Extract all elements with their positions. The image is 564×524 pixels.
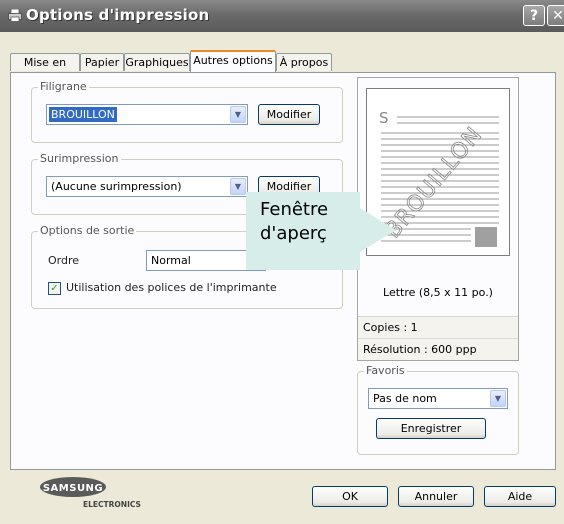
tab-a-propos[interactable]: À propos	[276, 53, 332, 71]
callout-line-1: Fenêtre	[260, 199, 329, 220]
tab-mise-en-page[interactable]: Mise en page	[10, 53, 80, 86]
enregistrer-button[interactable]: Enregistrer	[376, 418, 486, 439]
favoris-select[interactable]: Pas de nom ▼	[368, 388, 508, 409]
preview-page-letter: S	[379, 109, 389, 127]
chevron-down-icon[interactable]: ▼	[230, 106, 246, 123]
copies-info: Copies : 1	[358, 316, 518, 338]
ordre-value: Normal	[151, 254, 191, 267]
chevron-down-icon[interactable]: ▼	[490, 390, 506, 407]
tab-graphiques[interactable]: Graphiques	[124, 53, 190, 71]
svg-text:ELECTRONICS: ELECTRONICS	[83, 500, 141, 509]
svg-text:SAMSUNG: SAMSUNG	[43, 483, 103, 494]
title-bar[interactable]: Options d'impression ? ✕	[0, 0, 564, 32]
favoris-title: Favoris	[364, 364, 407, 377]
ordre-label: Ordre	[48, 254, 80, 267]
tab-papier[interactable]: Papier	[80, 53, 124, 71]
window-title: Options d'impression	[26, 6, 210, 24]
polices-label: Utilisation des polices de l'imprimante	[66, 281, 277, 294]
filigrane-group: Filigrane BROUILLON ▼ Modifier	[31, 80, 343, 143]
ok-button[interactable]: OK	[312, 486, 388, 507]
preview-callout: Fenêtre d'aperç	[246, 192, 360, 270]
callout-pointer	[360, 208, 396, 252]
preview-watermark: BROUILLON	[380, 122, 487, 243]
print-options-window: Options d'impression ? ✕ Mise en page Pa…	[0, 0, 564, 524]
resolution-info: Résolution : 600 ppp	[358, 338, 518, 360]
polices-checkbox[interactable]: ✓	[48, 282, 61, 295]
preview-image-block	[475, 227, 497, 247]
aide-button[interactable]: Aide	[484, 486, 556, 507]
callout-line-2: d'aperç	[260, 223, 327, 244]
samsung-logo: SAMSUNG ELECTRONICS	[40, 477, 141, 509]
filigrane-modifier-button[interactable]: Modifier	[258, 104, 320, 125]
filigrane-value: BROUILLON	[49, 107, 117, 122]
surimpression-value: (Aucune surimpression)	[51, 180, 182, 193]
output-options-title: Options de sortie	[38, 224, 137, 237]
favoris-group: Favoris Pas de nom ▼ Enregistrer	[357, 364, 519, 455]
close-button[interactable]: ✕	[547, 5, 564, 26]
annuler-button[interactable]: Annuler	[398, 486, 474, 507]
printer-icon	[8, 9, 22, 22]
filigrane-select[interactable]: BROUILLON ▼	[46, 104, 248, 125]
tab-panel: Filigrane BROUILLON ▼ Modifier Surimpres…	[10, 72, 556, 509]
surimpression-group-title: Surimpression	[38, 152, 121, 165]
favoris-value: Pas de nom	[373, 392, 437, 405]
paper-size-label: Lettre (8,5 x 11 po.)	[383, 286, 493, 299]
surimpression-select[interactable]: (Aucune surimpression) ▼	[46, 176, 248, 197]
help-title-button[interactable]: ?	[523, 5, 545, 26]
chevron-down-icon[interactable]: ▼	[230, 178, 246, 195]
tab-autres-options[interactable]: Autres options	[190, 50, 276, 72]
filigrane-group-title: Filigrane	[38, 80, 89, 93]
checkmark-icon: ✓	[50, 283, 59, 294]
dialog-client: Mise en page Papier Graphiques Autres op…	[4, 32, 560, 520]
